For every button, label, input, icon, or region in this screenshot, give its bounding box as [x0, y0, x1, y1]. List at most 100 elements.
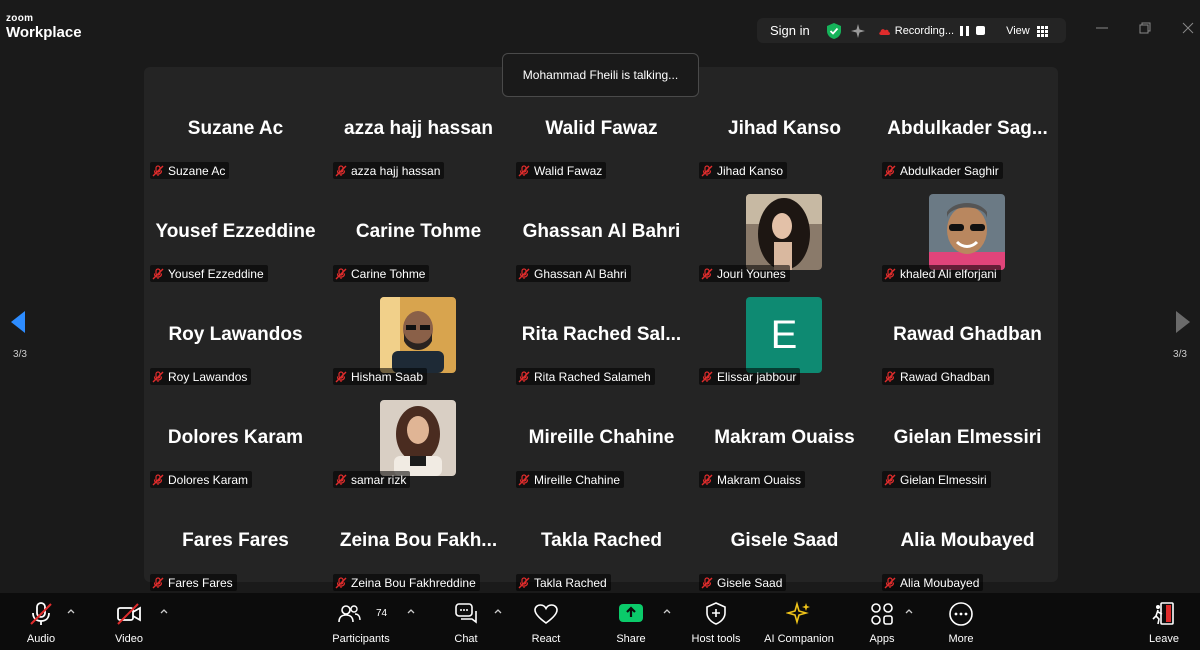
view-grid-icon[interactable]	[1036, 25, 1048, 37]
participant-name-label: Abdulkader Saghir	[882, 162, 1003, 179]
participant-display-name: Carine Tohme	[355, 221, 482, 242]
participant-name-label: Dolores Karam	[150, 471, 253, 488]
restore-icon[interactable]	[1137, 20, 1153, 36]
ai-companion-label: AI Companion	[764, 633, 834, 645]
participant-name-label: Takla Rached	[516, 574, 611, 591]
close-icon[interactable]	[1180, 20, 1196, 36]
share-options-chevron-icon[interactable]	[662, 607, 672, 615]
active-speaker-banner: Mohammad Fheili is talking...	[502, 53, 699, 97]
participant-tile[interactable]: Carine Tohme Carine Tohme	[327, 181, 510, 284]
muted-microphone-icon	[30, 602, 52, 625]
participant-tile[interactable]: azza hajj hassan azza hajj hassan	[327, 78, 510, 181]
muted-mic-icon	[701, 576, 713, 588]
security-shield-icon[interactable]	[826, 22, 842, 40]
participant-name-label: Ghassan Al Bahri	[516, 265, 631, 282]
apps-options-chevron-icon[interactable]	[904, 607, 914, 615]
muted-mic-icon	[518, 164, 530, 176]
pause-recording-icon[interactable]	[960, 25, 970, 36]
participant-name-text: Elissar jabbour	[717, 369, 797, 384]
participant-name-label: Roy Lawandos	[150, 368, 252, 385]
participants-options-chevron-icon[interactable]	[406, 607, 416, 615]
chat-button[interactable]: Chat	[445, 601, 487, 645]
muted-mic-icon	[152, 267, 164, 279]
top-controls: Sign in Recording... View	[757, 18, 1066, 43]
participant-tile[interactable]: Rawad Ghadban Rawad Ghadban	[876, 284, 1059, 387]
participant-name-label: Walid Fawaz	[516, 162, 607, 179]
participant-tile[interactable]: Gielan Elmessiri Gielan Elmessiri	[876, 387, 1059, 490]
video-options-chevron-icon[interactable]	[159, 607, 169, 615]
muted-mic-icon	[701, 473, 713, 485]
video-button[interactable]: Video	[108, 601, 150, 645]
view-button[interactable]: View	[1006, 25, 1030, 37]
audio-button[interactable]: Audio	[20, 601, 62, 645]
more-button[interactable]: More	[940, 601, 982, 645]
participant-tile[interactable]: samar rizk	[327, 387, 510, 490]
logo-zoom-text: zoom	[6, 13, 34, 24]
participant-name-text: Gisele Saad	[717, 575, 783, 590]
participant-name-text: Ghassan Al Bahri	[534, 266, 627, 281]
participant-name-label: Carine Tohme	[333, 265, 430, 282]
logo-workplace-text: Workplace	[6, 24, 82, 41]
muted-mic-icon	[701, 370, 713, 382]
participant-name-label: Mireille Chahine	[516, 471, 625, 488]
stop-recording-icon[interactable]	[976, 26, 986, 35]
participant-tile[interactable]: Makram Ouaiss Makram Ouaiss	[693, 387, 876, 490]
participant-display-name: Walid Fawaz	[545, 118, 658, 139]
next-page-nav[interactable]: 3/3	[1160, 280, 1200, 370]
participant-name-label: Suzane Ac	[150, 162, 230, 179]
participant-avatar	[746, 194, 822, 270]
chevron-left-icon[interactable]	[10, 310, 26, 334]
participant-tile[interactable]: Gisele Saad Gisele Saad	[693, 490, 876, 593]
participant-tile[interactable]: Zeina Bou Fakh... Zeina Bou Fakhreddine	[327, 490, 510, 593]
participant-display-name: Rawad Ghadban	[893, 324, 1042, 345]
participant-name-text: khaled Ali elforjani	[900, 266, 997, 281]
muted-mic-icon	[518, 267, 530, 279]
participant-tile[interactable]: Suzane Ac Suzane Ac	[144, 78, 327, 181]
muted-mic-icon	[152, 473, 164, 485]
host-tools-button[interactable]: Host tools	[686, 601, 746, 645]
participant-name-label: Jouri Younes	[699, 265, 790, 282]
participant-name-label: samar rizk	[333, 471, 411, 488]
participant-tile[interactable]: Jouri Younes	[693, 181, 876, 284]
sign-in-button[interactable]: Sign in	[770, 23, 810, 38]
participant-tile[interactable]: khaled Ali elforjani	[876, 181, 1059, 284]
participant-tile[interactable]: Hisham Saab	[327, 284, 510, 387]
participant-tile[interactable]: Alia Moubayed Alia Moubayed	[876, 490, 1059, 593]
previous-page-nav[interactable]: 3/3	[0, 280, 40, 370]
react-button[interactable]: React	[525, 601, 567, 645]
participant-tile[interactable]: Ghassan Al Bahri Ghassan Al Bahri	[510, 181, 693, 284]
participant-display-name: Rita Rached Sal...	[521, 324, 682, 345]
participant-display-name: Yousef Ezzeddine	[155, 221, 316, 242]
participant-tile[interactable]: Mireille Chahine Mireille Chahine	[510, 387, 693, 490]
ai-companion-button[interactable]: AI Companion	[760, 601, 838, 645]
participant-tile[interactable]: Rita Rached Sal... Rita Rached Salameh	[510, 284, 693, 387]
leave-button[interactable]: Leave	[1143, 601, 1185, 645]
participants-label: Participants	[332, 633, 390, 645]
ai-sparkle-icon[interactable]	[850, 23, 866, 39]
participant-display-name: Fares Fares	[182, 530, 289, 551]
participant-tile[interactable]: E Elissar jabbour	[693, 284, 876, 387]
participant-name-label: Rawad Ghadban	[882, 368, 995, 385]
participant-avatar	[380, 297, 456, 373]
participant-tile[interactable]: Roy Lawandos Roy Lawandos	[144, 284, 327, 387]
participant-tile[interactable]: Takla Rached Takla Rached	[510, 490, 693, 593]
chevron-right-icon[interactable]	[1175, 310, 1191, 334]
muted-mic-icon	[335, 164, 347, 176]
apps-button[interactable]: Apps	[861, 601, 903, 645]
muted-mic-icon	[335, 267, 347, 279]
host-tools-label: Host tools	[691, 633, 741, 645]
participant-tile[interactable]: Fares Fares Fares Fares	[144, 490, 327, 593]
participant-name-text: Suzane Ac	[168, 163, 226, 178]
participant-display-name: Alia Moubayed	[900, 530, 1035, 551]
share-button[interactable]: Share	[610, 601, 652, 645]
audio-options-chevron-icon[interactable]	[66, 607, 76, 615]
muted-mic-icon	[335, 473, 347, 485]
minimize-icon[interactable]	[1094, 20, 1110, 36]
page-count-left: 3/3	[13, 349, 27, 360]
participant-tile[interactable]: Dolores Karam Dolores Karam	[144, 387, 327, 490]
participant-tile[interactable]: Abdulkader Sag... Abdulkader Saghir	[876, 78, 1059, 181]
chat-options-chevron-icon[interactable]	[493, 607, 503, 615]
participant-display-name: azza hajj hassan	[344, 118, 493, 139]
participant-tile[interactable]: Jihad Kanso Jihad Kanso	[693, 78, 876, 181]
participant-tile[interactable]: Yousef Ezzeddine Yousef Ezzeddine	[144, 181, 327, 284]
